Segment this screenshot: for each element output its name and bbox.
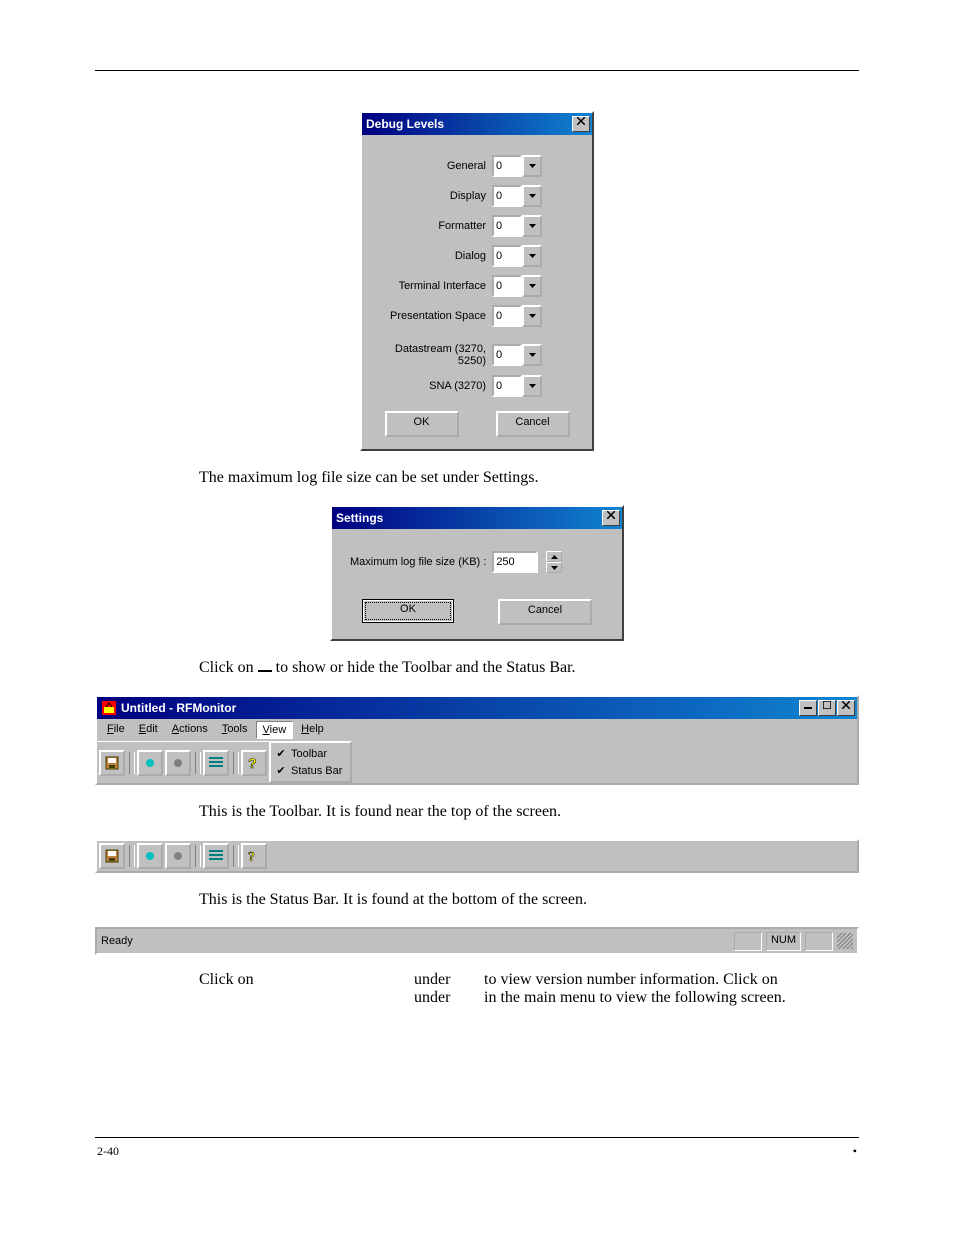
field-label: Display bbox=[376, 190, 486, 202]
dropdown-button[interactable] bbox=[522, 245, 542, 267]
field-label: Formatter bbox=[376, 220, 486, 232]
body-text: The maximum log file size can be set und… bbox=[199, 469, 859, 487]
statusbar: Ready NUM bbox=[95, 927, 859, 955]
status-pane bbox=[805, 932, 833, 951]
max-logfile-label: Maximum log file size (KB) : bbox=[350, 556, 486, 568]
status-pane bbox=[734, 932, 762, 951]
close-button[interactable] bbox=[602, 510, 620, 526]
ok-button[interactable]: OK bbox=[385, 411, 459, 437]
field-label: Datastream (3270, 5250) bbox=[376, 343, 486, 367]
menu-file[interactable]: File bbox=[101, 721, 131, 739]
body-text: in the main menu to view the following s… bbox=[484, 989, 786, 1007]
body-text: under bbox=[414, 989, 484, 1007]
record-grey-icon[interactable] bbox=[165, 750, 191, 776]
field-label: Presentation Space bbox=[376, 310, 486, 322]
dropdown-button[interactable] bbox=[522, 215, 542, 237]
check-icon: ✔ bbox=[275, 764, 287, 777]
body-text: to view version number information. Clic… bbox=[484, 971, 778, 989]
dropdown-button[interactable] bbox=[522, 185, 542, 207]
field-label: Terminal Interface bbox=[376, 280, 486, 292]
status-ready: Ready bbox=[101, 935, 133, 947]
record-green-icon[interactable] bbox=[137, 843, 163, 869]
record-grey-icon[interactable] bbox=[165, 843, 191, 869]
settings-dialog: Settings Maximum log file size (KB) : OK bbox=[330, 505, 624, 641]
body-text: under bbox=[414, 971, 484, 989]
menu-edit[interactable]: Edit bbox=[133, 721, 164, 739]
window-title: Untitled - RFMonitor bbox=[121, 701, 236, 715]
toolbar-strip: ? bbox=[95, 839, 859, 873]
svg-text:?: ? bbox=[248, 850, 255, 863]
help-icon[interactable]: ? bbox=[241, 750, 267, 776]
general-combo[interactable] bbox=[492, 155, 522, 177]
menu-actions[interactable]: Actions bbox=[166, 721, 214, 739]
body-text: Click on to show or hide the Toolbar and… bbox=[199, 659, 859, 677]
page-number: 2-40 bbox=[97, 1144, 119, 1159]
dialog-title: Settings bbox=[336, 511, 383, 525]
field-label: Dialog bbox=[376, 250, 486, 262]
list-icon[interactable] bbox=[203, 843, 229, 869]
view-dropdown: ✔ Toolbar ✔ Status Bar bbox=[269, 741, 352, 783]
resize-grip-icon[interactable] bbox=[837, 933, 853, 949]
save-icon[interactable] bbox=[99, 843, 125, 869]
body-text: This is the Toolbar. It is found near th… bbox=[199, 803, 859, 821]
spinner-down[interactable] bbox=[546, 562, 562, 573]
dialog-titlebar: Debug Levels bbox=[362, 113, 592, 135]
sna-combo[interactable] bbox=[492, 375, 522, 397]
minimize-button[interactable] bbox=[799, 700, 817, 716]
debug-levels-dialog: Debug Levels General Display bbox=[360, 111, 594, 451]
help-icon[interactable]: ? bbox=[241, 843, 267, 869]
svg-text:?: ? bbox=[248, 756, 257, 770]
ok-button[interactable]: OK bbox=[362, 599, 454, 623]
dialog-title: Debug Levels bbox=[366, 117, 444, 131]
dropdown-button[interactable] bbox=[522, 344, 542, 366]
dropdown-button[interactable] bbox=[522, 155, 542, 177]
rfmonitor-window: Untitled - RFMonitor File Edit Actions T… bbox=[95, 695, 859, 785]
app-icon bbox=[101, 700, 117, 716]
maximize-button[interactable] bbox=[818, 700, 836, 716]
display-combo[interactable] bbox=[492, 185, 522, 207]
cancel-button[interactable]: Cancel bbox=[498, 599, 592, 625]
dropdown-button[interactable] bbox=[522, 305, 542, 327]
formatter-combo[interactable] bbox=[492, 215, 522, 237]
dialog-combo[interactable] bbox=[492, 245, 522, 267]
save-icon[interactable] bbox=[99, 750, 125, 776]
presentation-combo[interactable] bbox=[492, 305, 522, 327]
list-icon[interactable] bbox=[203, 750, 229, 776]
view-toolbar-item[interactable]: ✔ Toolbar bbox=[271, 745, 350, 762]
body-text: This is the Status Bar. It is found at t… bbox=[199, 891, 859, 909]
close-button[interactable] bbox=[572, 116, 590, 132]
dropdown-button[interactable] bbox=[522, 275, 542, 297]
terminal-combo[interactable] bbox=[492, 275, 522, 297]
toolbar: ? bbox=[97, 741, 271, 783]
status-num: NUM bbox=[766, 932, 801, 951]
cancel-button[interactable]: Cancel bbox=[496, 411, 570, 437]
window-titlebar: Untitled - RFMonitor bbox=[97, 697, 857, 719]
dialog-titlebar: Settings bbox=[332, 507, 622, 529]
footer-bullet: • bbox=[853, 1144, 857, 1159]
field-label: SNA (3270) bbox=[376, 380, 486, 392]
menu-tools[interactable]: Tools bbox=[216, 721, 254, 739]
dropdown-button[interactable] bbox=[522, 375, 542, 397]
close-button[interactable] bbox=[837, 700, 855, 716]
check-icon: ✔ bbox=[275, 747, 287, 760]
max-logfile-input[interactable] bbox=[492, 551, 538, 573]
view-statusbar-item[interactable]: ✔ Status Bar bbox=[271, 762, 350, 779]
body-text: Click on bbox=[199, 971, 414, 989]
datastream-combo[interactable] bbox=[492, 344, 522, 366]
menubar: File Edit Actions Tools View Help bbox=[97, 719, 857, 741]
menu-view[interactable]: View bbox=[256, 721, 294, 739]
field-label: General bbox=[376, 160, 486, 172]
spinner-up[interactable] bbox=[546, 551, 562, 562]
record-green-icon[interactable] bbox=[137, 750, 163, 776]
menu-help[interactable]: Help bbox=[295, 721, 330, 739]
